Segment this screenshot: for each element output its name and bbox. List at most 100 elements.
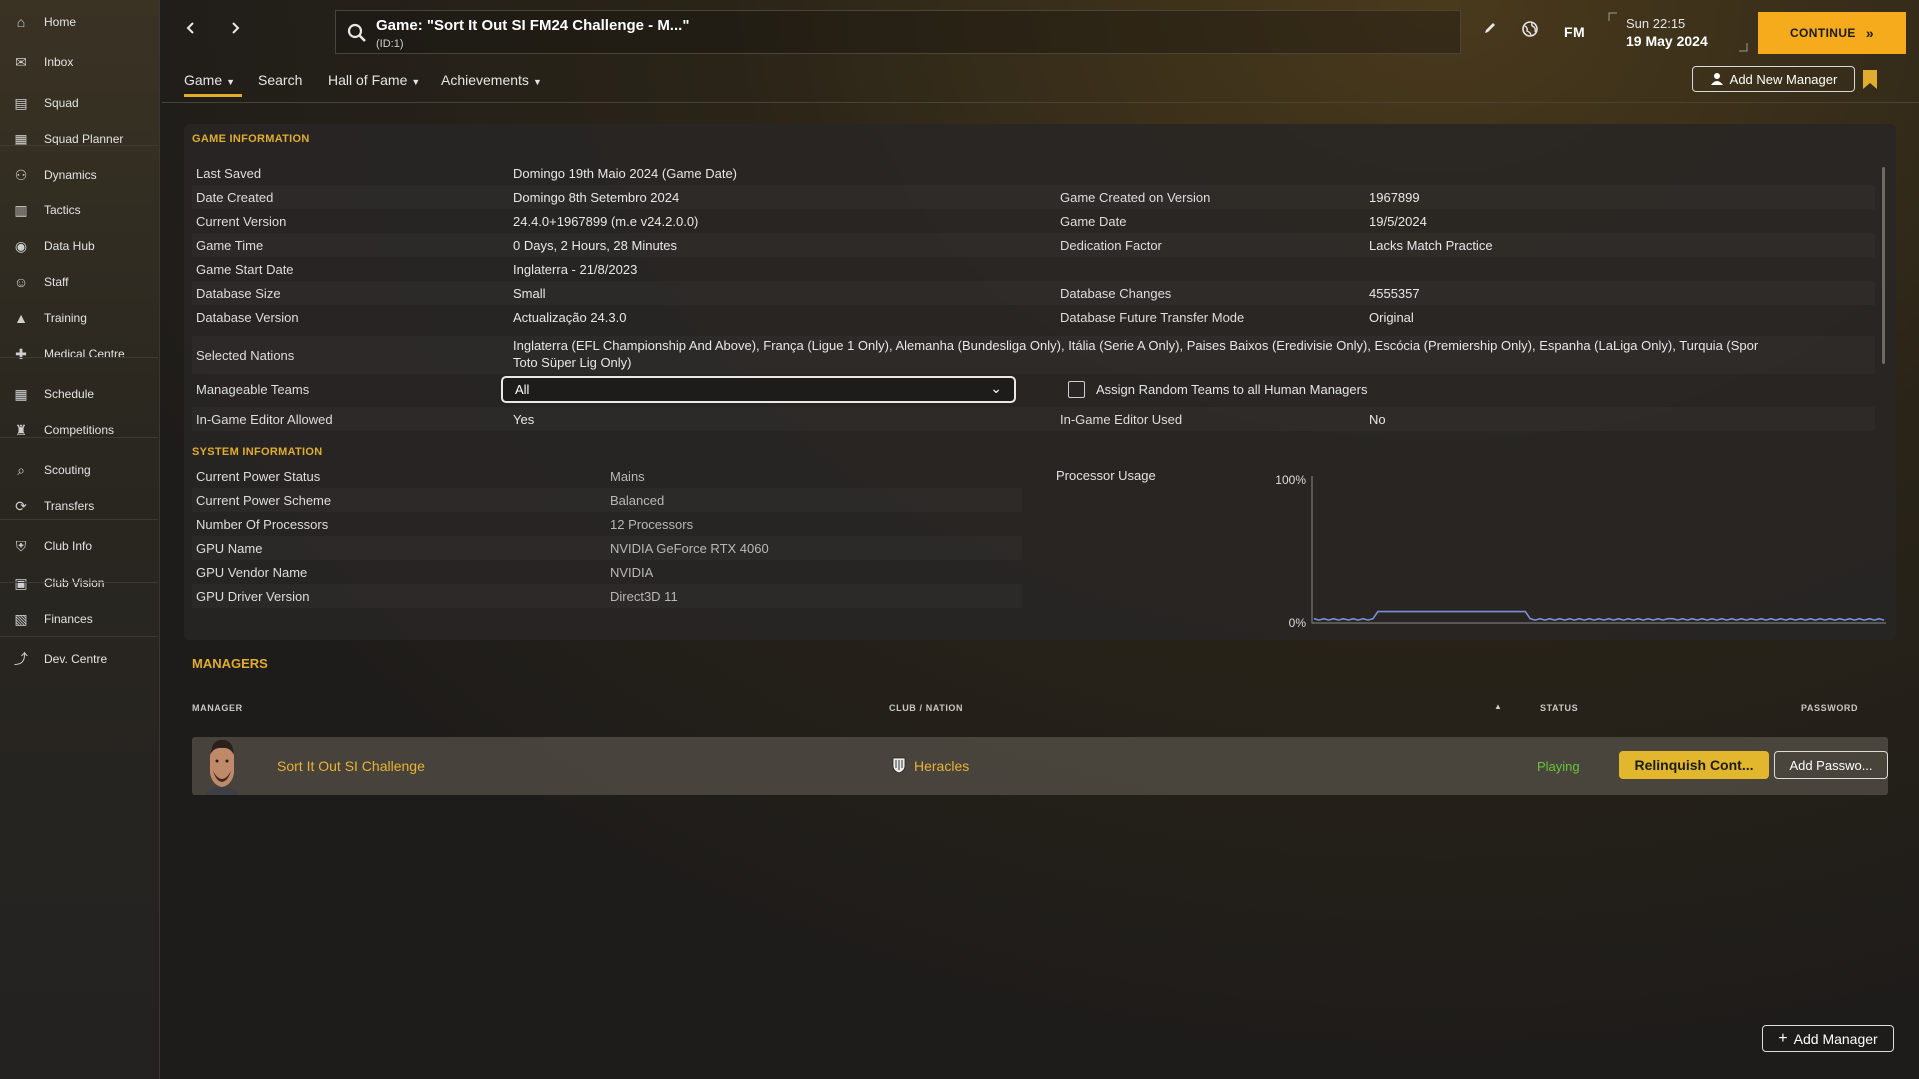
sidebar-item-training[interactable]: ▲ Training [0, 301, 158, 335]
finances-icon: ▧ [14, 610, 28, 627]
world-button[interactable] [1518, 20, 1542, 44]
tab-search[interactable]: Search [258, 72, 302, 88]
sidebar-item-transfers[interactable]: ⟳ Transfers [0, 489, 158, 523]
row-label: Current Version [196, 214, 287, 229]
sidebar-item-dev-centre[interactable]: ⤴ Dev. Centre [0, 642, 158, 676]
row-label-2: In-Game Editor Used [1060, 412, 1183, 427]
sidebar-item-squad-planner[interactable]: ▦ Squad Planner [0, 122, 158, 156]
forward-button[interactable] [222, 16, 248, 42]
pencil-icon [1485, 23, 1495, 33]
data-hub-icon: ◉ [14, 237, 28, 254]
add-new-manager-button[interactable]: Add New Manager [1692, 66, 1855, 92]
squad-icon: ▤ [14, 94, 28, 111]
sidebar-item-schedule[interactable]: ▦ Schedule [0, 377, 158, 411]
row-value: Direct3D 11 [610, 589, 678, 604]
sidebar-item-label: Tactics [44, 203, 81, 217]
tab-hall-of-fame[interactable]: Hall of Fame ▼ [328, 72, 420, 88]
sidebar-item-club-vision[interactable]: ▣ Club Vision [0, 566, 158, 600]
manageable-teams-select[interactable]: All ⌄ [501, 376, 1016, 403]
home-icon: ⌂ [16, 14, 26, 30]
assign-random-teams-label: Assign Random Teams to all Human Manager… [1096, 382, 1368, 397]
row-value-2: No [1369, 412, 1386, 427]
select-value: All [515, 382, 530, 397]
sidebar-item-label: Schedule [44, 387, 95, 401]
row-label: Last Saved [196, 166, 262, 181]
sidebar-item-label: Scouting [44, 463, 91, 477]
row-value2: 19/5/2024 [1369, 214, 1427, 229]
col-club[interactable]: CLUB / NATION [889, 703, 963, 713]
bookmark-icon[interactable] [1863, 70, 1877, 89]
sidebar-item-label: Medical Centre [44, 347, 125, 361]
col-password[interactable]: PASSWORD [1801, 703, 1858, 713]
sidebar-item-finances[interactable]: ▧ Finances [0, 602, 158, 636]
chart-axis [1311, 476, 1886, 624]
globe-icon [1522, 21, 1538, 37]
sidebar-item-home[interactable]: ⌂ Home [0, 5, 158, 39]
scrollbar[interactable] [1882, 167, 1885, 364]
sidebar-item-inbox[interactable]: ✉ Inbox [0, 45, 158, 79]
sidebar-item-medical-centre[interactable]: ✚ Medical Centre [0, 337, 158, 371]
selected-nations-row: Selected Nations Inglaterra (EFL Champio… [192, 336, 1875, 374]
tab-achievements[interactable]: Achievements ▼ [441, 72, 542, 88]
sidebar-divider [0, 145, 158, 146]
table-row[interactable]: Sort It Out SI Challenge Heracles Playin… [192, 737, 1888, 795]
info-row: Game Start Date Inglaterra - 21/8/2023 [192, 257, 1875, 281]
chevron-down-icon: ▼ [226, 77, 236, 87]
row-value: NVIDIA GeForce RTX 4060 [610, 541, 769, 556]
back-button[interactable] [178, 16, 204, 42]
system-row: Current Power Scheme Balanced [192, 488, 1022, 512]
fm-logo[interactable]: FM [1564, 24, 1585, 40]
club-link[interactable]: Heracles [914, 758, 969, 774]
system-info-title: SYSTEM INFORMATION [192, 446, 323, 458]
sidebar-item-club-info[interactable]: ⛨ Club Info [0, 529, 158, 563]
col-manager[interactable]: MANAGER [192, 703, 243, 713]
sidebar-item-label: Transfers [44, 499, 95, 513]
nations-line-2: Toto Süper Lig Only) [513, 355, 632, 370]
info-row: Game Time 0 Days, 2 Hours, 28 Minutes Dedi… [192, 233, 1875, 257]
sidebar-item-label: Data Hub [44, 239, 95, 253]
sidebar-item-label: Training [44, 311, 87, 325]
col-status[interactable]: STATUS [1540, 703, 1578, 713]
sidebar-item-tactics[interactable]: ▥ Tactics [0, 193, 158, 227]
row-label: GPU Driver Version [196, 589, 310, 604]
sidebar-item-competitions[interactable]: ♜ Competitions [0, 413, 158, 447]
sidebar-item-dynamics[interactable]: ⚇ Dynamics [0, 158, 158, 192]
game-datetime[interactable]: Sun 22:15 19 May 2024 [1626, 16, 1708, 49]
continue-button[interactable]: CONTINUE » [1758, 12, 1906, 54]
chevron-left-icon [186, 22, 194, 34]
sort-ascending-icon[interactable]: ▲ [1494, 702, 1502, 711]
game-search-box[interactable]: Game: "Sort It Out SI FM24 Challenge - M… [335, 10, 1461, 54]
plus-icon: + [1778, 1029, 1788, 1047]
sidebar-item-squad[interactable]: ▤ Squad [0, 86, 158, 120]
chevron-down-icon: ⌄ [990, 380, 1002, 396]
sidebar-item-data-hub[interactable]: ◉ Data Hub [0, 229, 158, 263]
row-value: Actualização 24.3.0 [513, 310, 627, 325]
add-manager-button[interactable]: + Add Manager [1762, 1025, 1894, 1052]
sidebar-item-label: Staff [44, 275, 69, 289]
row-value2: 1967899 [1369, 190, 1420, 205]
row-label: Database Size [196, 286, 281, 301]
sidebar-item-label: Inbox [44, 55, 74, 69]
sidebar-item-label: Squad [44, 96, 79, 110]
row-value2: 4555357 [1369, 286, 1420, 301]
relinquish-control-button[interactable]: Relinquish Cont... [1619, 751, 1769, 779]
chevron-right-icon [232, 22, 240, 34]
sidebar-item-staff[interactable]: ☺ Staff [0, 265, 158, 299]
tab-game[interactable]: Game ▼ [184, 72, 235, 88]
row-label: Date Created [196, 190, 274, 205]
row-label: Manageable Teams [196, 382, 310, 397]
row-value: Mains [610, 469, 645, 484]
edit-button[interactable] [1478, 20, 1502, 44]
sidebar-divider [0, 357, 158, 358]
dynamics-icon: ⚇ [14, 166, 28, 183]
add-password-button[interactable]: Add Passwo... [1774, 751, 1888, 779]
row-value: Small [513, 286, 546, 301]
manager-name-link[interactable]: Sort It Out SI Challenge [277, 758, 425, 774]
assign-random-teams-checkbox[interactable] [1068, 381, 1085, 398]
search-icon [347, 23, 366, 42]
sidebar-item-scouting[interactable]: ⌕ Scouting [0, 453, 158, 487]
nations-line-1: Inglaterra (EFL Championship And Above),… [513, 338, 1759, 353]
add-new-manager-label: Add New Manager [1729, 71, 1838, 87]
corner-bracket-icon [1739, 43, 1748, 52]
corner-bracket-icon [1608, 12, 1617, 21]
